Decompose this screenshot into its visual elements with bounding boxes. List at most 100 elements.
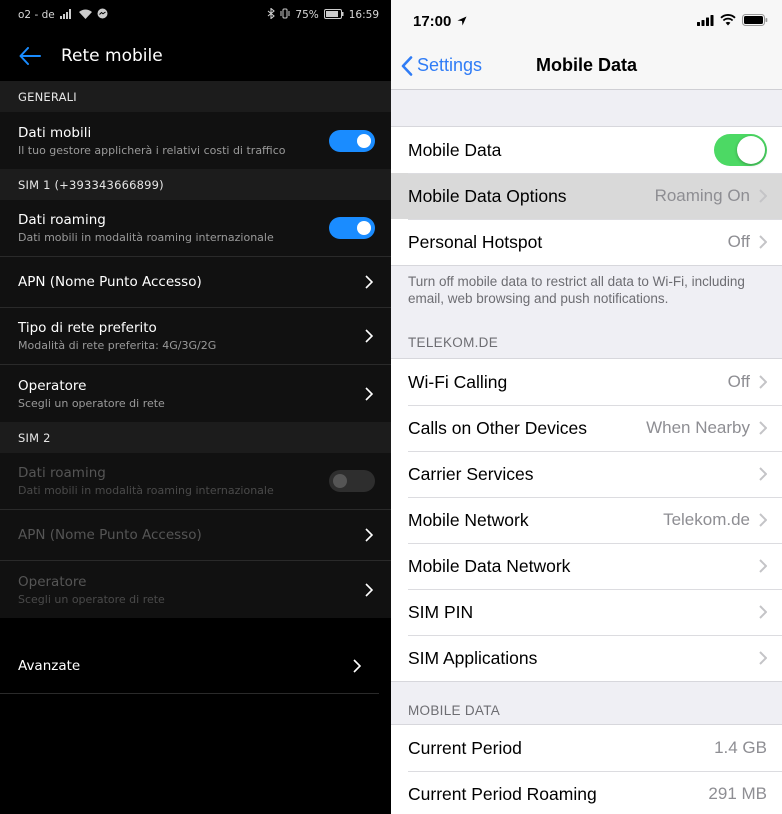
sim1-roaming-row[interactable]: Dati roaming Dati mobili in modalità roa… xyxy=(0,200,391,257)
sim1-operator-row[interactable]: Operatore Scegli un operatore di rete xyxy=(0,365,391,422)
mobile-network-row[interactable]: Mobile Network Telekom.de xyxy=(391,497,782,543)
row-label: Calls on Other Devices xyxy=(408,417,587,438)
section-header-general: GENERALI xyxy=(0,81,391,112)
chevron-right-icon xyxy=(363,527,375,543)
mobile-data-group: Mobile Data Mobile Data Options Roaming … xyxy=(391,126,782,266)
carrier-label: o2 - de xyxy=(18,9,55,21)
android-status-bar: o2 - de 75% 16:59 xyxy=(0,0,391,30)
chevron-right-icon xyxy=(759,605,767,619)
row-label: SIM Applications xyxy=(408,647,538,668)
row-subtitle: Scegli un operatore di rete xyxy=(18,396,165,410)
personal-hotspot-row[interactable]: Personal Hotspot Off xyxy=(391,219,782,265)
chevron-right-icon xyxy=(759,235,767,249)
row-title: APN (Nome Punto Accesso) xyxy=(18,527,202,543)
wifi-icon xyxy=(720,13,736,30)
row-subtitle: Modalità di rete preferita: 4G/3G/2G xyxy=(18,339,217,352)
row-label: Mobile Network xyxy=(408,509,529,530)
row-value: 1.4 GB xyxy=(714,738,767,757)
carrier-services-row[interactable]: Carrier Services xyxy=(391,451,782,497)
chevron-right-icon xyxy=(363,274,375,290)
row-subtitle: Scegli un operatore di rete xyxy=(18,592,165,606)
sim2-operator-row: Operatore Scegli un operatore di rete xyxy=(0,561,391,618)
chevron-right-icon xyxy=(363,582,375,598)
clock: 16:59 xyxy=(348,9,379,21)
android-screen: o2 - de 75% 16:59 Rete mobile GENERALI D… xyxy=(0,0,391,814)
row-label: Mobile Data Network xyxy=(408,555,571,576)
row-label: Mobile Data xyxy=(408,139,502,160)
location-arrow-icon xyxy=(457,13,467,30)
row-value: Roaming On xyxy=(654,186,750,205)
carrier-section-header: TELEKOM.DE xyxy=(408,335,499,350)
row-title: APN (Nome Punto Accesso) xyxy=(18,274,202,290)
current-period-roaming-row: Current Period Roaming 291 MB xyxy=(391,771,782,814)
bluetooth-icon xyxy=(267,7,276,22)
sim2-roaming-row: Dati roaming Dati mobili in modalità roa… xyxy=(0,453,391,510)
row-label: Wi-Fi Calling xyxy=(408,371,508,392)
page-title: Rete mobile xyxy=(61,45,163,66)
usage-group: Current Period 1.4 GB Current Period Roa… xyxy=(391,724,782,814)
row-value: Telekom.de xyxy=(663,510,750,529)
sim1-apn-row[interactable]: APN (Nome Punto Accesso) xyxy=(0,257,391,308)
row-label: Mobile Data Options xyxy=(408,185,567,206)
chevron-right-icon xyxy=(759,189,767,203)
chevron-right-icon xyxy=(759,375,767,389)
wifi-calling-row[interactable]: Wi-Fi Calling Off xyxy=(391,359,782,405)
row-title: Operatore xyxy=(18,573,87,590)
row-label: Carrier Services xyxy=(408,463,534,484)
row-subtitle: Dati mobili in modalità roaming internaz… xyxy=(18,231,274,244)
row-label: Current Period Roaming xyxy=(408,783,597,804)
back-arrow-icon[interactable] xyxy=(18,44,42,68)
row-value: Off xyxy=(727,372,750,391)
chevron-right-icon xyxy=(363,386,375,402)
row-label: SIM PIN xyxy=(408,601,474,622)
mobile-data-toggle[interactable] xyxy=(329,129,375,152)
usage-section-header: MOBILE DATA xyxy=(408,703,501,718)
row-label: Personal Hotspot xyxy=(408,231,543,252)
battery-icon xyxy=(742,13,768,30)
sim2-roaming-toggle xyxy=(329,470,375,492)
sim1-roaming-toggle[interactable] xyxy=(329,217,375,239)
clock: 17:00 xyxy=(413,12,452,30)
row-value: Off xyxy=(727,232,750,251)
row-label: Current Period xyxy=(408,737,522,758)
row-title: Dati roaming xyxy=(18,465,106,481)
signal-icon xyxy=(59,8,74,22)
row-title: Tipo di rete preferito xyxy=(18,320,157,336)
row-subtitle: Il tuo gestore applicherà i relativi cos… xyxy=(18,143,286,157)
row-title: Dati mobili xyxy=(18,124,92,141)
mobile-data-network-row[interactable]: Mobile Data Network xyxy=(391,543,782,589)
ios-status-bar: 17:00 xyxy=(391,0,782,42)
mobile-data-row[interactable]: Mobile Data xyxy=(391,127,782,173)
mobile-data-footer: Turn off mobile data to restrict all dat… xyxy=(408,274,745,306)
section-header-sim2: SIM 2 xyxy=(0,422,391,453)
section-header-sim1: SIM 1 (+393343666899) xyxy=(0,169,391,200)
vibrate-icon xyxy=(280,8,290,22)
mobile-data-toggle[interactable] xyxy=(714,134,767,166)
battery-percent: 75% xyxy=(295,9,319,21)
row-value: When Nearby xyxy=(646,418,750,437)
back-label: Settings xyxy=(417,55,483,75)
chevron-right-icon xyxy=(759,467,767,481)
calls-other-devices-row[interactable]: Calls on Other Devices When Nearby xyxy=(391,405,782,451)
mobile-data-options-row[interactable]: Mobile Data Options Roaming On xyxy=(391,173,782,219)
wifi-icon xyxy=(78,9,92,22)
chevron-right-icon xyxy=(363,328,375,344)
battery-icon xyxy=(323,8,344,22)
mobile-data-row[interactable]: Dati mobili Il tuo gestore applicherà i … xyxy=(0,112,391,169)
current-period-row: Current Period 1.4 GB xyxy=(391,725,782,771)
chevron-right-icon xyxy=(759,421,767,435)
row-title: Dati roaming xyxy=(18,212,106,228)
row-title: Operatore xyxy=(18,377,87,394)
row-value: 291 MB xyxy=(708,784,767,803)
sim1-network-type-row[interactable]: Tipo di rete preferito Modalità di rete … xyxy=(0,308,391,365)
advanced-row[interactable]: Avanzate xyxy=(0,638,379,694)
sim2-apn-row: APN (Nome Punto Accesso) xyxy=(0,510,391,561)
row-subtitle: Dati mobili in modalità roaming internaz… xyxy=(18,484,274,497)
ios-screen: 17:00 Settings Mobile Data Mobile Data M… xyxy=(391,0,782,814)
android-app-bar: Rete mobile xyxy=(0,30,391,81)
chevron-right-icon xyxy=(759,651,767,665)
sim-applications-row[interactable]: SIM Applications xyxy=(391,635,782,681)
sim-pin-row[interactable]: SIM PIN xyxy=(391,589,782,635)
back-button[interactable]: Settings xyxy=(391,55,482,76)
messenger-icon xyxy=(97,8,108,22)
